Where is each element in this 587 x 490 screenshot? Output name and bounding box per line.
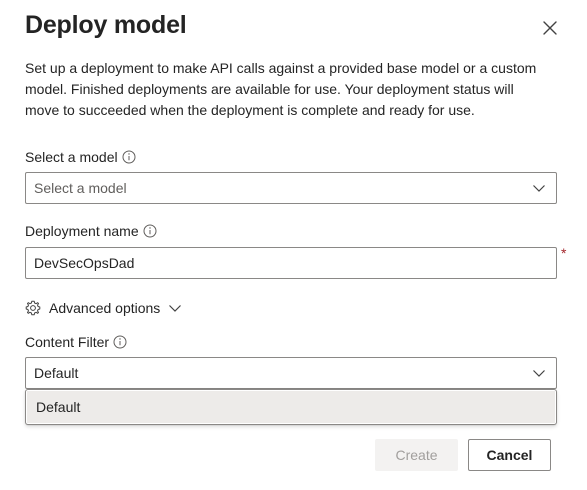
close-button[interactable]: [538, 16, 562, 40]
required-indicator: *: [561, 245, 567, 261]
content-filter-listbox: Default: [25, 389, 557, 425]
dialog-description: Set up a deployment to make API calls ag…: [25, 60, 537, 118]
chevron-down-icon: [533, 185, 545, 192]
advanced-options-label: Advanced options: [49, 300, 161, 316]
chevron-down-icon: [169, 305, 182, 312]
deployment-name-input[interactable]: DevSecOpsDad: [25, 247, 557, 279]
info-icon[interactable]: [143, 224, 157, 238]
create-button[interactable]: Create: [375, 439, 458, 471]
info-icon[interactable]: [113, 335, 127, 349]
content-filter-option-default[interactable]: Default: [27, 391, 555, 423]
advanced-options-toggle[interactable]: Advanced options: [25, 300, 182, 316]
info-icon[interactable]: [122, 150, 136, 164]
content-filter-select[interactable]: Default: [25, 357, 557, 389]
select-model-label-text: Select a model: [25, 149, 118, 165]
gear-icon: [25, 300, 41, 316]
deployment-name-value: DevSecOpsDad: [34, 255, 135, 271]
model-select-placeholder: Select a model: [34, 180, 127, 196]
deployment-name-label-text: Deployment name: [25, 223, 139, 239]
model-select[interactable]: Select a model: [25, 172, 557, 204]
close-icon: [543, 21, 557, 35]
cancel-button[interactable]: Cancel: [468, 439, 551, 471]
deployment-name-label: Deployment name: [25, 223, 157, 239]
select-model-label: Select a model: [25, 149, 136, 165]
content-filter-label: Content Filter: [25, 334, 127, 350]
dialog-title: Deploy model: [25, 11, 187, 39]
deploy-model-dialog: Deploy model Set up a deployment to make…: [0, 0, 587, 490]
content-filter-value: Default: [34, 365, 79, 381]
content-filter-label-text: Content Filter: [25, 334, 110, 350]
chevron-down-icon: [533, 370, 545, 377]
